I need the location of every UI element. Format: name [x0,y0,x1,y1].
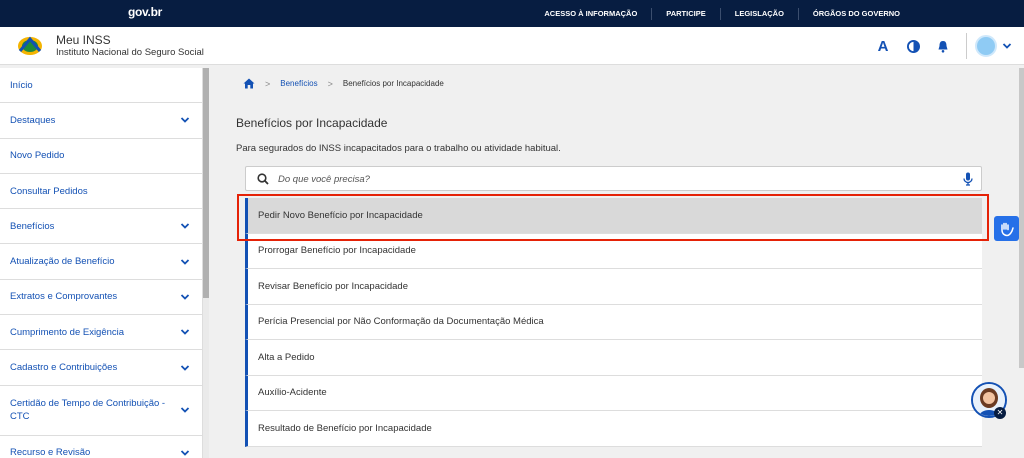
chevron-down-icon [1002,43,1012,49]
list-item[interactable]: Auxílio-Acidente [245,375,982,411]
contrast-button[interactable] [898,31,928,61]
gov-link-acesso[interactable]: ACESSO À INFORMAÇÃO [530,8,651,20]
sidebar-item-atualizacao[interactable]: Atualização de Benefício [0,244,202,280]
header-actions: A [868,27,1012,65]
list-item[interactable]: Resultado de Benefício por Incapacidade [245,411,982,447]
sidebar-item-label: Consultar Pedidos [10,185,88,197]
contrast-icon [906,39,920,53]
notifications-button[interactable] [928,31,958,61]
list-item[interactable]: Perícia Presencial por Não Conformação d… [245,304,982,340]
microphone-icon[interactable] [963,172,973,186]
inss-logo-icon[interactable] [16,35,44,57]
sidebar-item-label: Início [10,79,33,91]
chevron-down-icon [180,117,190,124]
home-icon[interactable] [243,78,255,89]
page-scrollbar[interactable] [1019,68,1024,458]
sidebar-item-label: Novo Pedido [10,150,65,162]
chevron-down-icon [180,223,190,230]
services-list: Pedir Novo Benefício por Incapacidade Pr… [245,198,982,447]
gov-link-legislacao[interactable]: LEGISLAÇÃO [719,7,798,20]
chevron-down-icon [180,329,190,335]
breadcrumb-separator: > [327,78,333,89]
gov-bar: gov.br ACESSO À INFORMAÇÃO PARTICIPE LEG… [0,0,1024,27]
page-title: Benefícios por Incapacidade [236,116,388,130]
gov-links: ACESSO À INFORMAÇÃO PARTICIPE LEGISLAÇÃO… [530,0,914,27]
chevron-down-icon [180,258,190,265]
sidebar-item-extratos[interactable]: Extratos e Comprovantes [0,280,202,316]
font-size-button[interactable]: A [868,31,898,61]
sidebar-item-ctc[interactable]: Certidão de Tempo de Contribuição - CTC [0,386,202,436]
search-box [245,166,982,191]
chevron-down-icon [180,294,190,300]
app-title: Meu INSS [56,33,111,47]
sign-language-icon [1000,222,1014,236]
list-item[interactable]: Revisar Benefício por Incapacidade [245,269,982,305]
sidebar-item-label: Destaques [10,114,56,126]
font-size-icon: A [877,37,889,55]
site-header: Meu INSS Instituto Nacional do Seguro So… [0,27,1024,65]
page-description: Para segurados do INSS incapacitados par… [236,143,561,154]
sidebar-item-cadastro[interactable]: Cadastro e Contribuições [0,350,202,386]
sidebar-item-label: Benefícios [10,220,55,232]
sidebar-item-inicio[interactable]: Início [0,68,202,104]
page-scrollbar-thumb[interactable] [1019,68,1024,368]
breadcrumb-beneficios[interactable]: Benefícios [280,79,317,88]
sidebar-item-label: Cumprimento de Exigência [10,326,125,338]
sidebar-item-label: Extratos e Comprovantes [10,291,118,303]
sidebar-item-novo-pedido[interactable]: Novo Pedido [0,139,202,174]
sidebar-item-label: Certidão de Tempo de Contribuição - CTC [10,398,166,423]
breadcrumb-current: Benefícios por Incapacidade [342,79,444,88]
list-item[interactable]: Alta a Pedido [245,340,982,376]
gov-link-orgaos[interactable]: ÓRGÃOS DO GOVERNO [797,7,914,20]
user-menu-button[interactable] [966,33,1012,59]
chevron-down-icon [180,450,190,456]
sidebar-item-destaques[interactable]: Destaques [0,103,202,139]
sidebar-menu: Início Destaques Novo Pedido Consultar P… [0,68,203,458]
sidebar-item-label: Recurso e Revisão [10,447,91,458]
chevron-down-icon [180,364,190,371]
close-icon[interactable]: ✕ [994,407,1006,419]
list-item[interactable]: Prorrogar Benefício por Incapacidade [245,233,982,269]
search-input[interactable] [278,171,938,187]
chevron-down-icon [180,407,190,413]
main-content: > Benefícios > Benefícios por Incapacida… [209,68,1019,458]
sidebar-item-label: Cadastro e Contribuições [10,362,118,374]
bell-icon [938,40,948,53]
sidebar-item-recurso[interactable]: Recurso e Revisão [0,436,202,458]
search-icon[interactable] [257,173,269,185]
sidebar-item-label: Atualização de Benefício [10,256,115,268]
avatar [975,35,997,57]
libras-accessibility-button[interactable] [994,216,1019,241]
breadcrumb: > Benefícios > Benefícios por Incapacida… [243,78,444,89]
govbr-logo[interactable]: gov.br [128,5,162,19]
breadcrumb-separator: > [265,78,271,89]
list-item[interactable]: Pedir Novo Benefício por Incapacidade [245,198,982,234]
sidebar-item-exigencia[interactable]: Cumprimento de Exigência [0,315,202,351]
gov-link-participe[interactable]: PARTICIPE [651,7,719,20]
app-subtitle: Instituto Nacional do Seguro Social [56,47,204,58]
sidebar-item-beneficios[interactable]: Benefícios [0,209,202,245]
sidebar-item-consultar-pedidos[interactable]: Consultar Pedidos [0,174,202,210]
